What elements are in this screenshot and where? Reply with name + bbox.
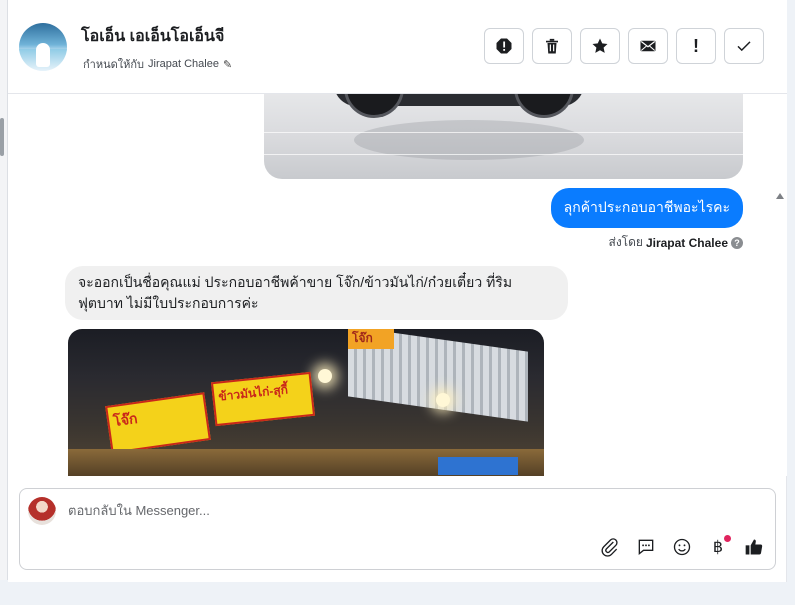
message-thread[interactable]: ลุกค้าประกอบอาชีพอะไรคะ ส่งโดย Jirapat C… <box>8 94 787 476</box>
conversation-panel: โอเอ็น เอเอ็นโอเอ็นจี กำหนดให้กับ Jirapa… <box>8 0 787 582</box>
sent-by-label: ส่งโดย Jirapat Chalee ? <box>608 233 743 252</box>
baht-icon: ฿ <box>712 539 724 556</box>
chat-bubble-icon <box>638 539 654 556</box>
paperclip-icon <box>601 538 618 557</box>
emoji-button[interactable] <box>671 536 693 558</box>
pencil-icon[interactable]: ✎ <box>223 58 232 71</box>
conversation-toolbar: ! <box>484 28 764 64</box>
emoji-icon <box>673 538 691 556</box>
outgoing-message[interactable]: ลุกค้าประกอบอาชีพอะไรคะ <box>550 188 743 228</box>
exclamation-icon: ! <box>693 35 699 56</box>
thread-scrollbar[interactable] <box>773 188 787 476</box>
incoming-message[interactable]: จะออกเป็นชื่อคุณแม่ ประกอบอาชีพค้าขาย โจ… <box>65 266 568 320</box>
trash-icon <box>546 38 558 54</box>
composer-tools: ฿ <box>599 535 765 558</box>
star-icon <box>592 38 608 53</box>
help-icon[interactable]: ? <box>731 236 743 249</box>
reply-input[interactable] <box>68 503 748 518</box>
saved-replies-button[interactable] <box>635 536 657 558</box>
mark-unread-button[interactable] <box>628 28 668 64</box>
envelope-icon <box>640 40 656 52</box>
sent-by-prefix: ส่งโดย <box>608 235 643 249</box>
thumbs-up-icon <box>745 539 763 555</box>
assigned-agent: Jirapat Chalee <box>148 58 219 70</box>
checkmark-icon <box>737 41 751 52</box>
payment-button[interactable]: ฿ <box>707 535 731 558</box>
left-panel-edge <box>0 0 8 580</box>
contact-avatar[interactable] <box>19 23 67 71</box>
scroll-up-arrow-icon[interactable] <box>776 193 784 199</box>
my-avatar <box>28 497 56 525</box>
delete-button[interactable] <box>532 28 572 64</box>
stall-sign-top: โจ๊ก <box>348 329 394 349</box>
star-button[interactable] <box>580 28 620 64</box>
conversation-header: โอเอ็น เอเอ็นโอเอ็นจี กำหนดให้กับ Jirapa… <box>8 0 787 94</box>
assignment-info[interactable]: กำหนดให้กับ Jirapat Chalee ✎ <box>83 55 232 73</box>
notification-dot <box>724 535 731 542</box>
attach-button[interactable] <box>599 536 621 558</box>
stall-sign-left: โจ๊ก <box>105 392 211 454</box>
food-stall-photo-attachment[interactable]: โจ๊ก โจ๊ก ข้าวมันไก่-สุกี้ <box>68 329 544 476</box>
left-scrollbar-thumb[interactable] <box>0 118 4 156</box>
stall-sign-middle: ข้าวมันไก่-สุกี้ <box>210 371 316 427</box>
reply-composer: ฿ <box>19 488 776 570</box>
contact-name[interactable]: โอเอ็น เอเอ็นโอเอ็นจี <box>81 24 224 49</box>
assigned-prefix: กำหนดให้กับ <box>83 59 145 71</box>
car-photo-attachment[interactable] <box>264 94 743 179</box>
follow-up-button[interactable]: ! <box>676 28 716 64</box>
spam-icon <box>496 38 512 54</box>
sent-by-name: Jirapat Chalee <box>645 235 728 250</box>
mark-spam-button[interactable] <box>484 28 524 64</box>
like-button[interactable] <box>743 536 765 558</box>
mark-done-button[interactable] <box>724 28 764 64</box>
